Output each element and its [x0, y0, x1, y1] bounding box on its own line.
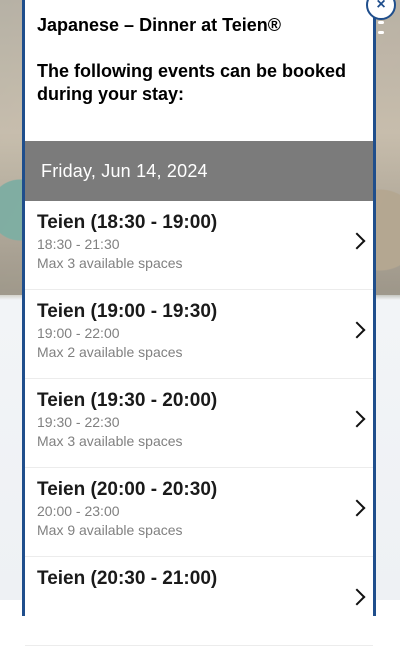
date-header: Friday, Jun 14, 2024 [25, 141, 373, 201]
event-row[interactable]: Teien (19:30 - 20:00) 19:30 - 22:30 Max … [25, 379, 373, 468]
event-time: 20:00 - 23:00 [37, 503, 120, 519]
event-list: Teien (18:30 - 19:00) 18:30 - 21:30 Max … [25, 201, 373, 646]
event-time: 18:30 - 21:30 [37, 236, 120, 252]
event-time: 19:00 - 22:00 [37, 325, 120, 341]
event-title: Teien (20:00 - 20:30) [37, 479, 218, 500]
event-spaces: Max 3 available spaces [37, 255, 183, 271]
event-row[interactable]: Teien (20:00 - 20:30) 20:00 - 23:00 Max … [25, 468, 373, 557]
event-time: 19:30 - 22:30 [37, 414, 120, 430]
event-row[interactable]: Teien (18:30 - 19:00) 18:30 - 21:30 Max … [25, 201, 373, 290]
event-row[interactable]: Teien (20:30 - 21:00) [25, 557, 373, 646]
event-spaces: Max 9 available spaces [37, 522, 183, 538]
event-title: Teien (20:30 - 21:00) [37, 568, 218, 589]
modal-title: Japanese – Dinner at Teien® [37, 15, 282, 35]
modal-header: Japanese – Dinner at Teien® The followin… [25, 0, 373, 106]
chevron-right-icon [348, 588, 366, 606]
event-title: Teien (19:00 - 19:30) [37, 301, 218, 322]
modal-subtitle: The following events can be booked durin… [37, 61, 347, 104]
event-row[interactable]: Teien (19:00 - 19:30) 19:00 - 22:00 Max … [25, 290, 373, 379]
event-title: Teien (19:30 - 20:00) [37, 390, 218, 411]
event-title: Teien (18:30 - 19:00) [37, 212, 218, 233]
event-spaces: Max 3 available spaces [37, 433, 183, 449]
event-spaces: Max 2 available spaces [37, 344, 183, 360]
menu-icon [378, 10, 386, 34]
events-modal: Japanese – Dinner at Teien® The followin… [22, 0, 376, 646]
